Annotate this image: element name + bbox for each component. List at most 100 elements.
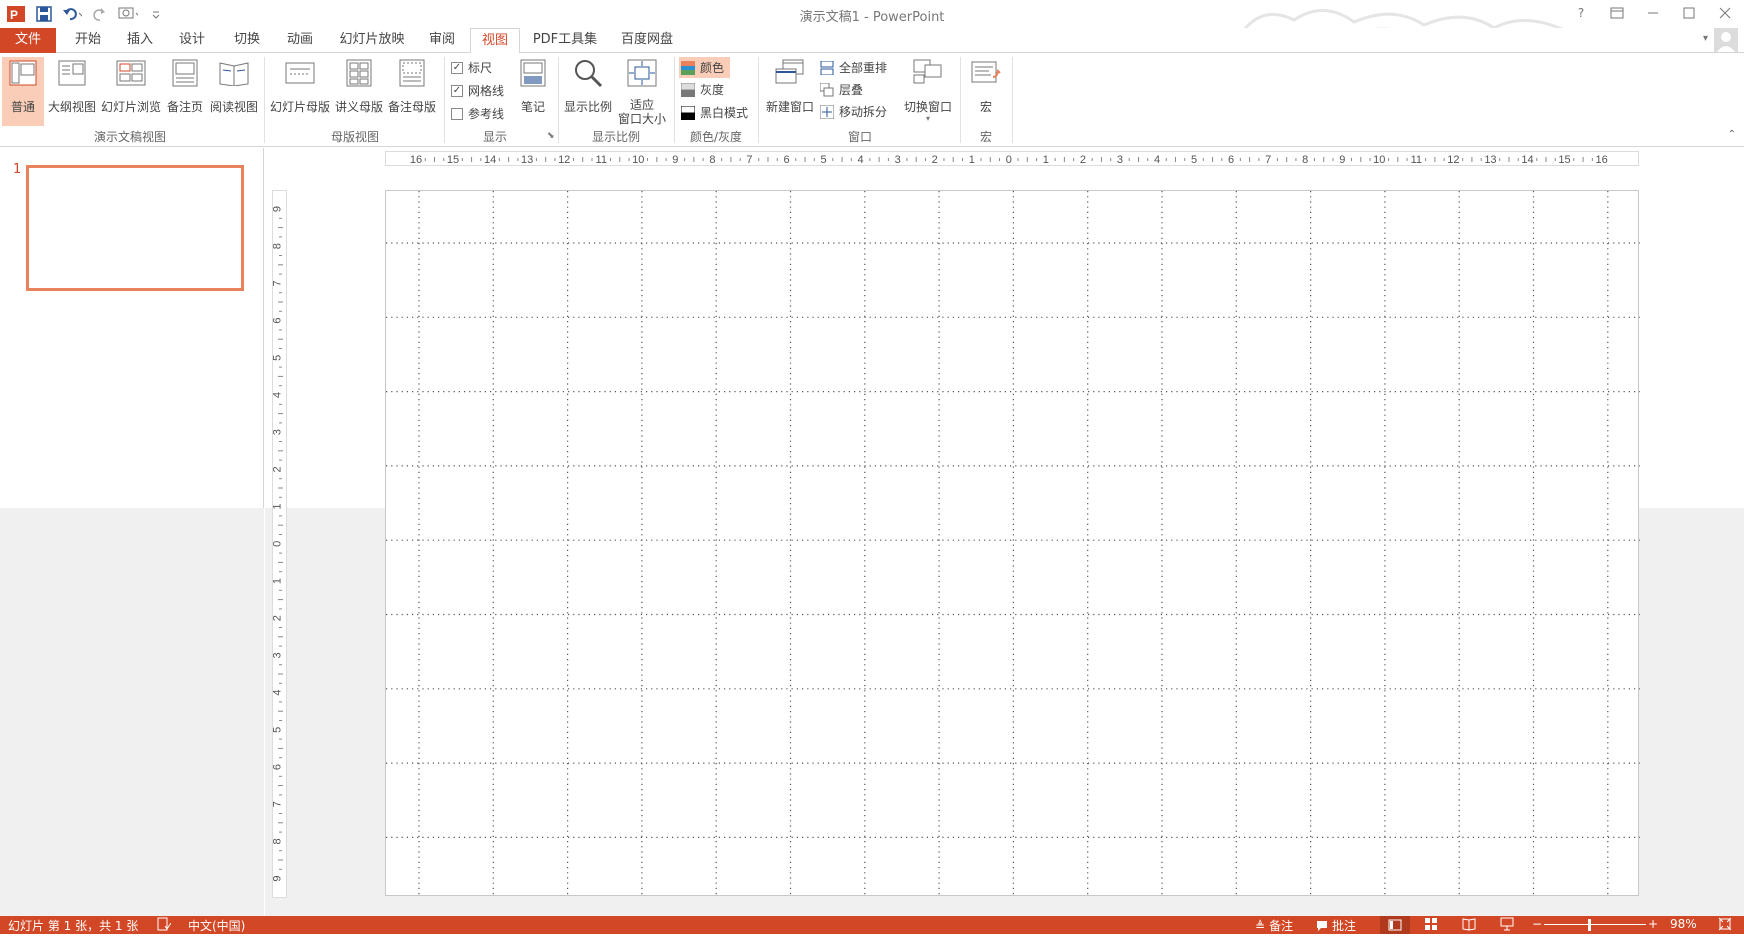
grayscale-icon (681, 82, 695, 97)
tab-baidu-netdisk[interactable]: 百度网盘 (616, 28, 678, 53)
ruler-number: 7 (1265, 154, 1271, 166)
ruler-number: 3 (895, 154, 901, 166)
switch-windows-button[interactable]: 切换窗口 ▾ (902, 57, 954, 123)
group-separator (960, 57, 961, 143)
black-white-button[interactable]: 黑白模式 (681, 104, 748, 121)
tab-animations[interactable]: 动画 (278, 28, 322, 53)
notes-status-button[interactable]: ≜ 备注 (1255, 917, 1293, 934)
ruler-number: 7 (273, 280, 284, 286)
vertical-ruler[interactable]: 9 8 7 6 5 4 3 2 1 0 1 2 3 4 5 6 7 8 9 (272, 190, 287, 898)
normal-view-button[interactable]: 普通 (2, 57, 44, 126)
collapse-ribbon-icon[interactable]: ⌃ (1728, 129, 1736, 140)
notes-master-button[interactable]: 备注母版 (386, 57, 438, 115)
macros-button[interactable]: 宏 (966, 57, 1006, 115)
reading-view-status-icon[interactable] (1462, 917, 1476, 934)
notes-toggle-button[interactable]: 笔记 (514, 57, 552, 115)
zoom-button[interactable]: 显示比例 (562, 57, 614, 115)
handout-master-button[interactable]: 讲义母版 (334, 57, 384, 115)
outline-view-button[interactable]: 大纲视图 (46, 57, 98, 115)
slide-thumbnail[interactable] (26, 165, 244, 291)
group-separator (264, 57, 265, 143)
slide-info[interactable]: 幻灯片 第 1 张，共 1 张 (8, 917, 138, 934)
slideshow-status-icon[interactable] (1500, 917, 1514, 934)
normal-view-label: 普通 (10, 100, 35, 114)
notes-status-icon: ≜ (1255, 918, 1266, 933)
ruler-checkbox[interactable]: ✓ 标尺 (451, 59, 492, 76)
outline-view-icon (56, 57, 88, 89)
group-label-window: 窗口 (847, 130, 872, 144)
fit-to-window-button[interactable]: 适应 窗口大小 (616, 57, 668, 126)
black-white-icon (681, 105, 695, 120)
ribbon-view: 普通 大纲视图 幻灯片浏览 备注页 阅读视图 演示文稿视图 幻灯片母版 讲义母版… (0, 53, 1744, 147)
zoom-percentage[interactable]: 98% (1670, 917, 1697, 931)
notes-page-button[interactable]: 备注页 (164, 57, 206, 115)
guides-checkbox[interactable]: 参考线 (451, 105, 504, 122)
new-window-icon (774, 57, 806, 89)
user-avatar-icon[interactable] (1714, 28, 1738, 52)
horizontal-ruler[interactable]: 16 15 14 13 12 11 10 9 8 7 6 5 4 3 2 1 0 1 2 3 4 5 6 7 8 9 10 11 12 1… (385, 151, 1639, 166)
window-controls: ? (1570, 4, 1736, 22)
tab-slideshow[interactable]: 幻灯片放映 (336, 28, 408, 53)
slide-sorter-status-icon[interactable] (1424, 917, 1438, 934)
ruler-number: 14 (1521, 154, 1533, 166)
account-dropdown-icon[interactable]: ▾ (1703, 33, 1708, 44)
tab-design[interactable]: 设计 (170, 28, 214, 53)
tab-transitions[interactable]: 切换 (225, 28, 269, 53)
ruler-number: 13 (1484, 154, 1496, 166)
ribbon-display-options-icon[interactable] (1606, 4, 1628, 22)
magnifier-icon (572, 57, 604, 89)
slide-sorter-label: 幻灯片浏览 (100, 100, 161, 114)
tab-pdf-tools[interactable]: PDF工具集 (531, 28, 599, 53)
arrange-all-button[interactable]: 全部重排 (820, 59, 887, 76)
ruler-number: 14 (484, 154, 496, 166)
ruler-number: 8 (273, 243, 284, 249)
slide-number: 1 (13, 162, 22, 177)
tab-file[interactable]: 文件 (0, 28, 56, 53)
tab-insert[interactable]: 插入 (118, 28, 162, 53)
grayscale-button[interactable]: 灰度 (681, 81, 724, 98)
notes-icon (517, 57, 549, 89)
slide-sorter-button[interactable]: 幻灯片浏览 (100, 57, 162, 115)
help-icon[interactable]: ? (1570, 4, 1592, 22)
ruler-number: 6 (273, 318, 284, 324)
cascade-icon (820, 82, 834, 96)
cascade-button[interactable]: 层叠 (820, 81, 863, 98)
group-separator (1012, 57, 1013, 143)
handout-master-icon (343, 57, 375, 89)
tab-review[interactable]: 审阅 (420, 28, 464, 53)
dialog-launcher-icon[interactable]: ⬊ (547, 131, 555, 141)
zoom-in-icon[interactable]: + (1648, 917, 1658, 931)
tab-view[interactable]: 视图 (470, 28, 520, 54)
new-window-button[interactable]: 新建窗口 (764, 57, 816, 115)
ruler-number: 2 (273, 615, 284, 621)
comments-status-button[interactable]: 批注 (1316, 917, 1356, 934)
color-swatch-icon (681, 60, 695, 75)
language[interactable]: 中文(中国) (188, 917, 245, 934)
zoom-slider-thumb[interactable] (1588, 919, 1591, 931)
ruler-number: 10 (1373, 154, 1385, 166)
ruler-number: 11 (596, 154, 607, 166)
maximize-icon[interactable] (1678, 4, 1700, 22)
gridlines-checkbox[interactable]: ✓ 网格线 (451, 82, 504, 99)
ruler-number: 7 (746, 154, 752, 166)
spellcheck-icon[interactable] (157, 917, 172, 934)
fit-window-icon (626, 57, 658, 89)
slide-master-button[interactable]: 幻灯片母版 (270, 57, 330, 115)
zoom-out-icon[interactable]: − (1532, 917, 1542, 931)
switch-windows-icon (912, 57, 944, 89)
tab-home[interactable]: 开始 (66, 28, 110, 53)
black-white-label: 黑白模式 (700, 106, 749, 120)
color-button[interactable]: 颜色 (679, 57, 731, 78)
normal-view-status-icon[interactable] (1380, 916, 1410, 934)
zoom-slider-track[interactable] (1544, 924, 1646, 925)
close-icon[interactable] (1714, 4, 1736, 22)
notes-page-label: 备注页 (166, 100, 203, 114)
reading-view-button[interactable]: 阅读视图 (208, 57, 260, 115)
fit-slide-status-icon[interactable] (1718, 917, 1732, 934)
move-split-button[interactable]: 移动拆分 (820, 103, 887, 120)
minimize-icon[interactable] (1642, 4, 1664, 22)
slide-canvas[interactable] (385, 190, 1640, 897)
group-label-show: 显示 (482, 130, 507, 144)
ruler-number: 5 (820, 154, 826, 166)
gridlines (386, 191, 1640, 897)
